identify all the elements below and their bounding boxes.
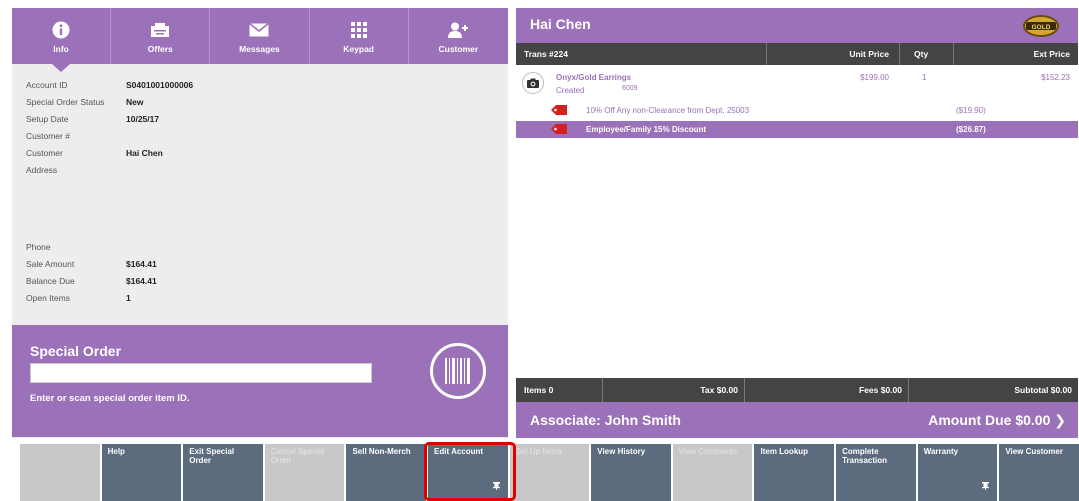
tab-customer[interactable]: Customer	[409, 8, 508, 64]
customer-number-label: Customer #	[26, 131, 70, 141]
tab-keypad-label: Keypad	[343, 43, 375, 54]
blank-button	[20, 444, 100, 501]
setup-date-label: Setup Date	[26, 114, 69, 124]
discount-tag-icon	[550, 104, 568, 118]
exit-special-order-button[interactable]: Exit Special Order	[183, 444, 263, 501]
account-id-label: Account ID	[26, 80, 68, 90]
amount-due-button[interactable]: Amount Due $0.00 ❯	[928, 412, 1066, 429]
tab-customer-label: Customer	[438, 43, 479, 54]
setup-date-value: 10/25/17	[126, 114, 160, 124]
balance-due-label: Balance Due	[26, 276, 75, 286]
items-count: Items 0	[524, 385, 554, 395]
barcode-scan-button[interactable]	[430, 343, 486, 399]
col-qty: Qty	[899, 43, 953, 65]
account-id-value: S0401001000006	[126, 80, 194, 90]
gold-loyalty-badge: GOLD	[1022, 14, 1060, 43]
add-customer-icon	[448, 19, 469, 41]
view-customer-button[interactable]: View Customer	[999, 444, 1079, 501]
discount-tag-icon	[550, 123, 568, 137]
pin-icon	[982, 482, 990, 493]
address-label: Address	[26, 165, 58, 175]
col-unit-price: Unit Price	[766, 43, 899, 65]
special-order-hint: Enter or scan special order item ID.	[30, 393, 190, 404]
item-status: Created	[556, 86, 585, 95]
envelope-icon	[249, 19, 270, 41]
fees-total: Fees $0.00	[744, 378, 908, 402]
transaction-totals-bar: Items 0 Tax $0.00 Fees $0.00 Subtotal $0…	[516, 378, 1078, 402]
cancel-special-order-button[interactable]: Cancel Special Order	[264, 444, 345, 501]
item-qty: 1	[922, 73, 927, 82]
pin-icon	[492, 482, 500, 493]
discount-row-selected[interactable]: Employee/Family 15% Discount ($26.87)	[516, 121, 1078, 138]
subtotal: Subtotal $0.00	[908, 378, 1078, 402]
item-lookup-button[interactable]: Item Lookup	[754, 444, 835, 501]
item-sku: 6009	[622, 85, 638, 92]
warranty-button[interactable]: Warranty	[917, 444, 998, 501]
phone-label: Phone	[26, 242, 51, 252]
customer-label: Customer	[26, 148, 63, 158]
warranty-label: Warranty	[923, 447, 959, 456]
camera-icon	[522, 72, 544, 94]
view-history-button[interactable]: View History	[591, 444, 671, 501]
transaction-panel: Hai Chen GOLD Trans #224 Unit Price Qty …	[516, 8, 1078, 438]
tax-total: Tax $0.00	[602, 378, 744, 402]
tab-offers[interactable]: Offers	[111, 8, 211, 64]
col-trans-number: Trans #224	[524, 49, 568, 59]
tab-keypad[interactable]: Keypad	[310, 8, 409, 64]
discount-amount: ($26.87)	[956, 125, 986, 134]
discount-label: 10% Off Any non-Clearance from Dept. 250…	[586, 106, 750, 115]
edit-account-label: Edit Account	[434, 447, 484, 456]
info-icon	[52, 19, 70, 41]
special-order-id-input[interactable]	[30, 363, 372, 383]
sale-amount-label: Sale Amount	[26, 259, 75, 269]
item-unit-price: $199.00	[860, 73, 889, 82]
discount-amount: ($19.90)	[956, 106, 986, 115]
help-button[interactable]: Help	[101, 444, 182, 501]
tab-offers-label: Offers	[147, 43, 173, 54]
keypad-icon	[350, 19, 367, 41]
col-ext-price: Ext Price	[953, 43, 1078, 65]
customer-value: Hai Chen	[126, 148, 163, 158]
transaction-customer-name: Hai Chen	[530, 16, 591, 32]
open-items-label: Open Items	[26, 293, 70, 303]
associate-bar: Associate: John Smith Amount Due $0.00 ❯	[516, 402, 1078, 438]
discount-label: Employee/Family 15% Discount	[586, 125, 707, 134]
associate-label: Associate: John Smith	[530, 412, 681, 428]
open-items-value: 1	[126, 293, 131, 303]
tab-messages-label: Messages	[239, 43, 280, 54]
special-order-title: Special Order	[30, 343, 122, 359]
balance-due-value: $164.41	[126, 276, 157, 286]
special-order-status-label: Special Order Status	[26, 97, 105, 107]
item-name: Onyx/Gold Earrings	[556, 73, 632, 82]
view-comments-button[interactable]: View Comments	[672, 444, 753, 501]
sell-non-merch-button[interactable]: Sell Non-Merch	[346, 444, 427, 501]
special-order-status-value: New	[126, 97, 144, 107]
item-ext-price: $152.23	[1041, 73, 1070, 82]
tab-messages[interactable]: Messages	[210, 8, 310, 64]
barcode-icon	[445, 358, 470, 384]
action-button-bar: Help Exit Special Order Cancel Special O…	[20, 444, 1079, 501]
line-items-list: Onyx/Gold Earrings Created 6009 $199.00 …	[516, 65, 1078, 385]
gold-badge-text: GOLD	[1032, 24, 1051, 31]
line-item-column-headers: Trans #224 Unit Price Qty Ext Price	[516, 43, 1078, 65]
complete-transaction-button[interactable]: Complete Transaction	[836, 444, 916, 501]
tab-info-label: Info	[53, 43, 69, 54]
transaction-header: Hai Chen GOLD	[516, 8, 1078, 43]
tab-info[interactable]: Info	[12, 8, 112, 72]
edit-account-button[interactable]: Edit Account	[428, 444, 508, 501]
set-up-items-button[interactable]: Set Up Items	[509, 444, 590, 501]
offers-icon	[150, 19, 170, 41]
tab-bar: Info Offers Messages Keypad Customer	[12, 8, 508, 72]
sale-amount-value: $164.41	[126, 259, 157, 269]
special-order-panel: Special Order Enter or scan special orde…	[12, 325, 508, 437]
